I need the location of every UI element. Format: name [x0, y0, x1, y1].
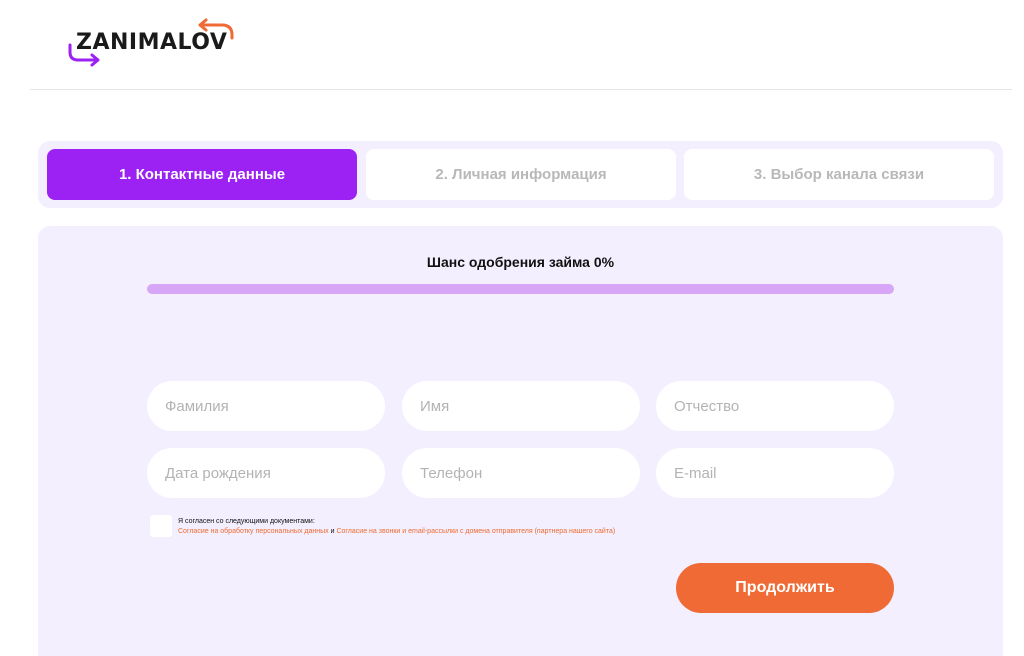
header: ZANIMALOV: [0, 0, 1024, 90]
approval-progress-bar: [147, 284, 894, 294]
consent-title: Я согласен со следующими документами:: [178, 518, 315, 525]
birth-date-field[interactable]: [147, 448, 385, 498]
step-contact-data[interactable]: 1. Контактные данные: [47, 149, 357, 200]
steps-nav: 1. Контактные данные 2. Личная информаци…: [38, 141, 1003, 208]
personal-data-consent-link[interactable]: Согласие на обработку персональных данны…: [178, 528, 329, 535]
form-panel: Шанс одобрения займа 0% Я согласен со сл…: [38, 226, 1003, 656]
continue-button[interactable]: Продолжить: [676, 563, 894, 613]
first-name-field[interactable]: [402, 381, 640, 431]
step-contact-channel[interactable]: 3. Выбор канала связи: [684, 149, 994, 200]
header-divider: [30, 89, 1012, 90]
email-field[interactable]: [656, 448, 894, 498]
consent-links: Согласие на обработку персональных данны…: [178, 527, 615, 537]
consent-text: Я согласен со следующими документами: Со…: [178, 517, 615, 537]
logo[interactable]: ZANIMALOV: [62, 18, 242, 70]
approval-chance-label: Шанс одобрения займа 0%: [426, 254, 615, 270]
last-name-field[interactable]: [147, 381, 385, 431]
logo-text: ZANIMALOV: [76, 30, 228, 55]
step-personal-info[interactable]: 2. Личная информация: [366, 149, 676, 200]
consent-checkbox[interactable]: [150, 515, 172, 537]
phone-field[interactable]: [402, 448, 640, 498]
calls-email-consent-link[interactable]: Согласие на звонки и email-рассылки с до…: [336, 528, 615, 535]
middle-name-field[interactable]: [656, 381, 894, 431]
